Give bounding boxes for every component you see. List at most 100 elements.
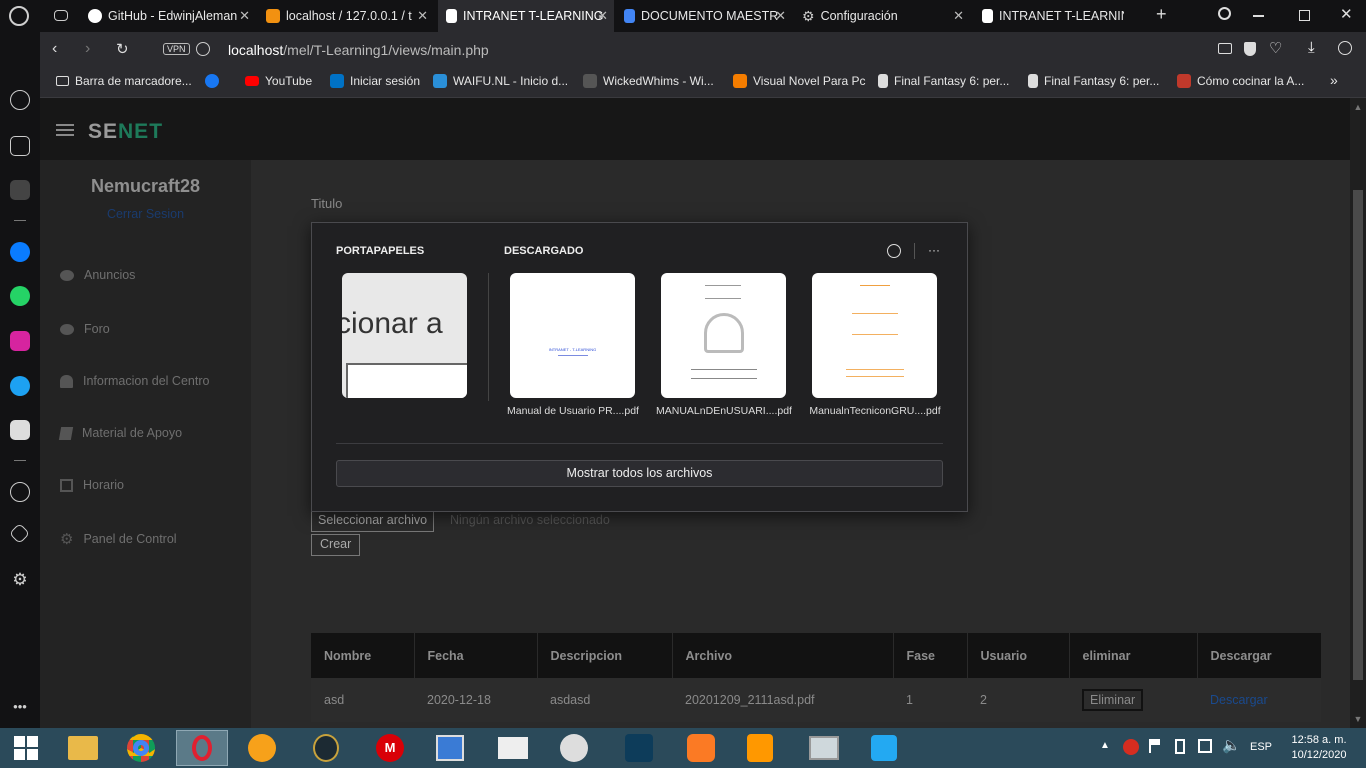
taskbar-file-explorer[interactable] [57, 730, 109, 766]
nav-foro[interactable]: Foro [60, 322, 110, 336]
download-file-name[interactable]: ManualnTecniconGRU....pdf [800, 405, 950, 417]
download-icon[interactable]: ⤓ [1308, 39, 1315, 56]
opera-menu-icon[interactable] [9, 6, 29, 26]
create-button[interactable]: Crear [311, 534, 361, 556]
close-icon[interactable]: ✕ [239, 8, 250, 24]
tab-documento-maestro[interactable]: DOCUMENTO MAESTR ✕ [616, 0, 792, 32]
minimize-icon[interactable] [1253, 15, 1264, 17]
restore-icon[interactable] [1299, 10, 1310, 21]
back-icon[interactable]: ‹ [52, 40, 57, 58]
language-indicator[interactable]: ESP [1250, 741, 1272, 753]
bookmark-ff6-1[interactable]: Final Fantasy 6: per... [878, 74, 1009, 88]
clock[interactable]: 12:58 a. m. 10/12/2020 [1284, 733, 1354, 763]
download-file-name[interactable]: Manual de Usuario PR....pdf [498, 405, 648, 417]
close-icon[interactable]: ✕ [775, 8, 786, 24]
tab-github[interactable]: GitHub - EdwinjAleman ✕ [80, 0, 256, 32]
taskbar-league[interactable] [300, 730, 352, 766]
hamburger-icon[interactable] [56, 124, 74, 136]
bookmark-facebook[interactable] [205, 74, 219, 88]
scroll-up-icon[interactable]: ▲ [1350, 102, 1366, 112]
profile-icon[interactable] [1338, 41, 1352, 55]
new-tab-button[interactable]: + [1156, 4, 1167, 25]
extensions-icon[interactable] [8, 522, 31, 545]
camera-icon[interactable] [1218, 43, 1232, 54]
taskbar-vscode[interactable] [858, 730, 910, 766]
taskbar-chrome[interactable] [115, 730, 167, 766]
tab-phpmyadmin[interactable]: localhost / 127.0.0.1 / t ✕ [258, 0, 434, 32]
close-icon[interactable]: ✕ [953, 8, 964, 24]
logout-link[interactable]: Cerrar Sesion [40, 207, 251, 221]
bookmark-recipe[interactable]: Cómo cocinar la A... [1177, 74, 1304, 88]
show-hidden-icons[interactable]: ▲ [1100, 740, 1110, 751]
volume-icon[interactable]: 🔈 [1222, 736, 1241, 754]
network-icon[interactable] [1198, 739, 1212, 753]
bookmark-folder[interactable]: Barra de marcadore... [56, 74, 192, 88]
device-icon[interactable] [1175, 739, 1185, 754]
page-scrollbar[interactable]: ▲ ▼ [1350, 98, 1366, 728]
nav-panel[interactable]: ⚙ Panel de Control [60, 530, 177, 548]
clipboard-item[interactable]: cionar a [342, 273, 467, 398]
download-file-2[interactable] [661, 273, 786, 398]
nav-anuncios[interactable]: Anuncios [60, 268, 135, 282]
download-file-1[interactable]: INTRANET - T-LEARNING [510, 273, 635, 398]
bookmark-ff6-2[interactable]: Final Fantasy 6: per... [1028, 74, 1159, 88]
close-icon[interactable]: ✕ [597, 8, 608, 24]
workspaces-icon[interactable] [54, 10, 68, 21]
taskbar-mysql-workbench[interactable] [613, 730, 665, 766]
taskbar-game[interactable] [487, 730, 539, 766]
url-field[interactable]: localhost/mel/T-Learning1/views/main.php [228, 42, 489, 58]
download-file-3[interactable] [812, 273, 937, 398]
antivirus-icon[interactable] [1123, 739, 1139, 755]
whatsapp-icon[interactable] [10, 286, 30, 306]
messenger-icon[interactable] [10, 242, 30, 262]
taskbar-monitor[interactable] [798, 730, 850, 766]
emoji-icon[interactable] [887, 244, 901, 258]
taskbar-app[interactable] [548, 730, 600, 766]
forward-icon[interactable]: › [85, 40, 90, 58]
speed-dial-icon[interactable] [10, 90, 30, 110]
more-options-icon[interactable]: ··· [928, 243, 940, 257]
twitter-icon[interactable] [10, 376, 30, 396]
download-link[interactable]: Descargar [1197, 678, 1321, 722]
nav-informacion[interactable]: Informacion del Centro [60, 374, 209, 388]
flag-icon[interactable] [1149, 739, 1160, 753]
settings-icon[interactable]: ⚙ [10, 570, 30, 590]
bookmark-visual-novel[interactable]: Visual Novel Para Pc [733, 74, 866, 88]
bookmark-wickedwhims[interactable]: WickedWhims - Wi... [583, 74, 714, 88]
close-icon[interactable]: ✕ [417, 8, 428, 24]
download-file-name[interactable]: MANUALnDEnUSUARI....pdf [649, 405, 799, 417]
show-all-files-button[interactable]: Mostrar todos los archivos [336, 460, 943, 487]
search-tabs-icon[interactable] [1218, 7, 1231, 20]
scroll-thumb[interactable] [1353, 190, 1363, 680]
nav-material[interactable]: Material de Apoyo [58, 426, 182, 440]
delete-button[interactable]: Eliminar [1082, 689, 1144, 711]
file-select-button[interactable]: Seleccionar archivo [311, 510, 435, 532]
taskbar-video-player[interactable] [424, 730, 476, 766]
vpn-badge[interactable]: VPN [163, 43, 190, 55]
site-logo[interactable]: SENET [88, 120, 163, 144]
more-icon[interactable]: ••• [10, 696, 30, 716]
tab-configuracion[interactable]: ⚙ Configuración ✕ [794, 0, 970, 32]
taskbar-mega[interactable]: M [364, 730, 416, 766]
taskbar-opera[interactable] [176, 730, 228, 766]
bookmark-youtube[interactable]: YouTube [245, 74, 312, 88]
window-close-icon[interactable]: ✕ [1340, 5, 1353, 23]
tab-intranet-active[interactable]: INTRANET T-LEARNING ✕ [438, 0, 614, 32]
bookmarks-more[interactable]: » [1330, 72, 1338, 88]
reload-icon[interactable]: ↻ [116, 40, 129, 58]
heart-icon[interactable]: ♡ [1269, 39, 1282, 57]
nav-horario[interactable]: Horario [60, 478, 124, 492]
bookmark-waifu[interactable]: WAIFU.NL - Inicio d... [433, 74, 568, 88]
history-icon[interactable] [10, 482, 30, 502]
shield-icon[interactable] [1244, 42, 1256, 56]
taskbar-orange-app[interactable] [236, 730, 288, 766]
twitch-icon[interactable] [10, 180, 30, 200]
shopping-icon[interactable] [10, 136, 30, 156]
start-button[interactable] [0, 730, 52, 766]
taskbar-sublime[interactable] [734, 730, 786, 766]
instagram-icon[interactable] [10, 331, 30, 351]
taskbar-xampp[interactable] [675, 730, 727, 766]
discord-icon[interactable] [10, 420, 30, 440]
tab-intranet-2[interactable]: INTRANET T-LEARNING [974, 0, 1124, 32]
bookmark-outlook[interactable]: Iniciar sesión [330, 74, 420, 88]
